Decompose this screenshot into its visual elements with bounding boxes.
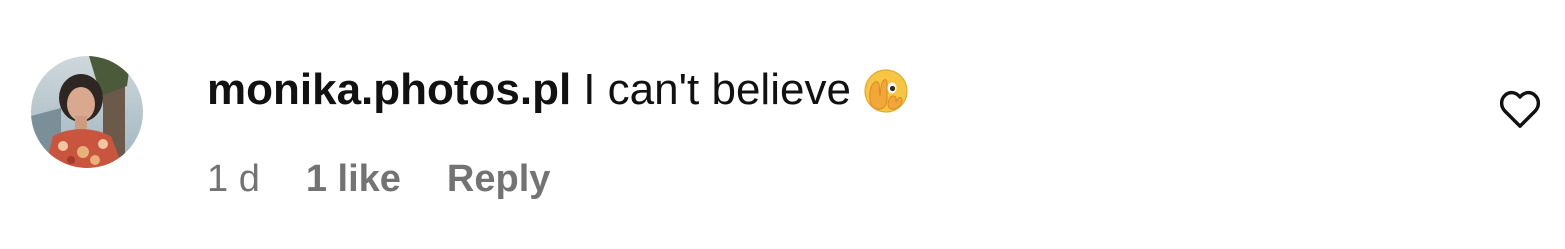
avatar-photo	[31, 56, 143, 168]
comment-timestamp: 1 d	[207, 157, 260, 200]
comment-meta: 1 d 1 like Reply	[207, 156, 550, 202]
avatar[interactable]	[31, 56, 143, 168]
reply-button[interactable]: Reply	[447, 158, 550, 201]
face-with-open-eyes-and-hand-over-mouth-icon	[863, 68, 909, 114]
username-link[interactable]: monika.photos.pl	[207, 65, 571, 115]
comment: monika.photos.pl I can't believe 1 d 1 l…	[0, 0, 1565, 249]
heart-outline-icon[interactable]	[1497, 88, 1543, 130]
likes-count-link[interactable]: 1 like	[306, 158, 401, 201]
comment-body: monika.photos.pl I can't believe	[207, 62, 909, 118]
comment-text: I can't believe	[583, 65, 851, 114]
